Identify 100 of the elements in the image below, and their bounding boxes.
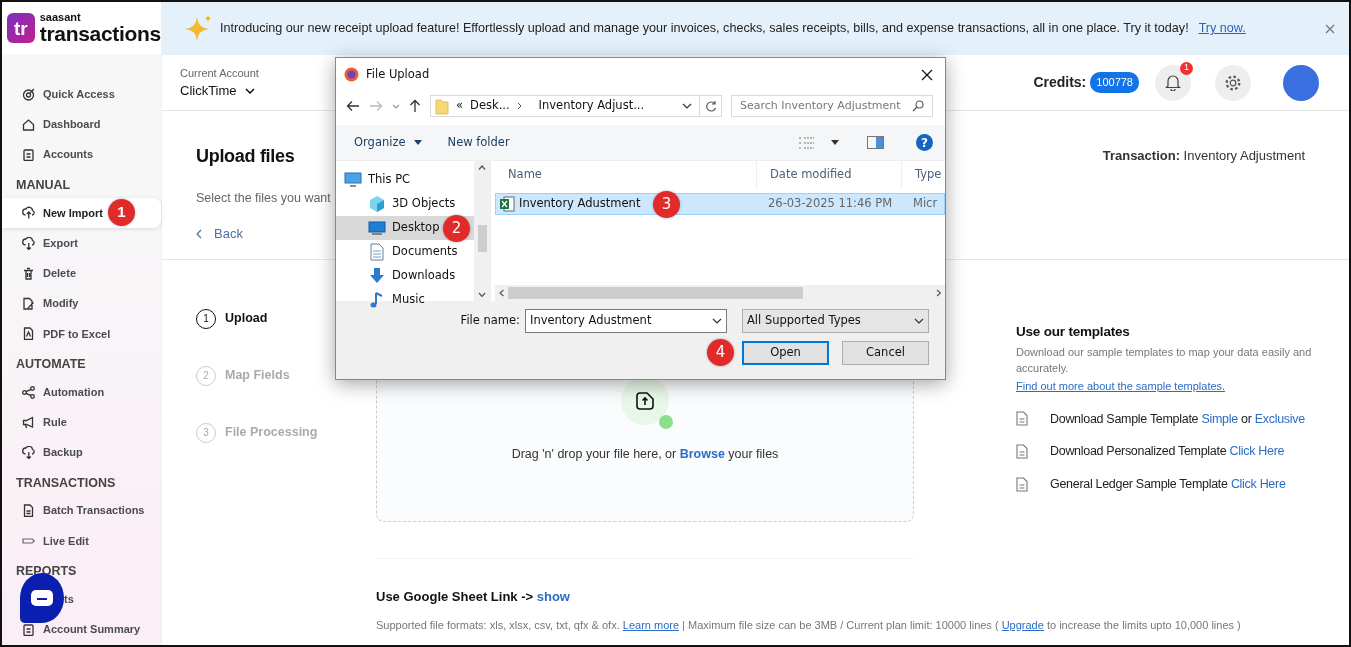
sidebar-item[interactable]: Modify — [2, 288, 161, 319]
folder-item[interactable]: Desktop 2 — [336, 216, 474, 240]
dialog-button[interactable]: Open — [742, 341, 829, 365]
folder-item[interactable]: This PC — [336, 168, 474, 192]
file-type-dropdown[interactable]: All Supported Types — [742, 309, 929, 333]
sidebar-item[interactable]: Rule — [2, 407, 161, 438]
sidebar-item[interactable]: PDF to Excel — [2, 318, 161, 350]
folder-icon — [435, 97, 449, 115]
sidebar-item[interactable]: Quick Access — [2, 79, 161, 110]
column-header[interactable]: Name — [495, 161, 757, 189]
caret-icon[interactable] — [831, 140, 839, 145]
download-arrow-icon — [368, 267, 386, 285]
templates-help-link[interactable]: Find out more about the sample templates. — [1016, 380, 1226, 393]
chat-icon — [30, 589, 54, 607]
sidebar-item[interactable]: Live Edit — [2, 525, 161, 557]
account-selector[interactable]: ClickTime — [180, 81, 259, 101]
sidebar-item[interactable]: Dashboard — [2, 109, 161, 140]
sidebar-item[interactable]: Export — [2, 227, 161, 259]
template-link[interactable]: Click Here — [1229, 444, 1285, 459]
notification-count: 1 — [1180, 61, 1193, 75]
back-link[interactable]: Back — [196, 223, 331, 244]
search-field[interactable]: Search Inventory Adjustment — [731, 95, 933, 117]
show-link[interactable]: show — [536, 589, 570, 604]
bell-icon — [1165, 74, 1181, 91]
folder-item[interactable]: Documents — [336, 240, 474, 264]
preview-pane-icon[interactable] — [867, 136, 884, 149]
drop-instructions: Drag 'n' drop your file here, or Browse your files — [511, 446, 779, 464]
column-header[interactable]: Type — [902, 161, 942, 189]
scrollbar-thumb[interactable] — [477, 225, 487, 252]
share-nodes-icon — [22, 385, 35, 399]
scroll-left-icon[interactable] — [499, 289, 504, 297]
template-link[interactable]: Simple — [1201, 411, 1238, 426]
file-name-field[interactable]: Inventory Adustment — [525, 309, 727, 333]
product-name: transactions — [39, 23, 161, 44]
address-bar[interactable]: « Desk... Inventory Adjust... — [430, 95, 722, 117]
file-date: 26-03-2025 11:46 PM — [768, 195, 894, 213]
file-row[interactable]: Inventory Adustment 3 26-03-2025 11:46 PM Micr — [495, 193, 945, 215]
chat-button[interactable] — [20, 573, 64, 623]
clipboard-icon — [22, 622, 35, 636]
step-number-marker: 2 — [443, 215, 470, 242]
organize-menu[interactable]: Organize — [354, 133, 422, 152]
column-header[interactable]: Date modified — [757, 161, 902, 189]
file-pen-icon — [22, 297, 35, 311]
sidebar-item[interactable]: Batch Transactions — [2, 495, 161, 526]
sidebar-item[interactable]: ts — [2, 583, 161, 615]
section-heading: AUTOMATE — [15, 356, 87, 374]
up-arrow-icon[interactable] — [409, 99, 421, 113]
scroll-up-icon[interactable] — [478, 165, 486, 170]
sidebar-item[interactable]: Account Summary — [2, 614, 161, 645]
new-folder-button[interactable]: New folder — [447, 133, 510, 152]
template-link[interactable]: Click Here — [1230, 477, 1286, 492]
document-icon — [368, 243, 386, 261]
settings-button[interactable] — [1215, 64, 1251, 101]
sidebar-item[interactable]: Automation — [2, 376, 161, 408]
section-heading: REPORTS — [15, 563, 78, 581]
logo-mark: tr — [7, 13, 35, 43]
sidebar-item[interactable]: Accounts — [2, 139, 161, 170]
template-text: General Ledger Sample Template Click Here — [1050, 476, 1286, 494]
close-icon[interactable] — [921, 68, 933, 81]
refresh-icon[interactable] — [704, 99, 717, 113]
sidebar-item[interactable]: New Import 1 — [2, 197, 161, 228]
breadcrumb[interactable]: Inventory Adjust... — [538, 97, 645, 115]
sidebar-item[interactable]: Backup — [2, 437, 161, 468]
chevron-down-icon — [914, 318, 924, 324]
download-cloud-icon — [22, 236, 35, 250]
inline-link[interactable]: Learn more — [622, 618, 680, 631]
browse-link[interactable]: Browse — [679, 447, 725, 462]
document-icon — [1016, 444, 1028, 460]
templates-description: Download our sample templates to map your data easily and accurately. — [1016, 345, 1313, 376]
notifications-button[interactable]: 1 — [1155, 64, 1191, 101]
try-now-link[interactable]: Try now. — [1198, 19, 1246, 38]
caret-icon — [413, 140, 422, 145]
scroll-right-icon[interactable] — [936, 289, 941, 297]
upload-file-icon — [634, 390, 656, 413]
scroll-down-icon[interactable] — [478, 292, 486, 297]
banner-text: Introducing our new receipt upload feature! Effortlessly upload and manage your invoices, checks, sales receipts, bills, and expense transactions, all in one place. Try it today! — [220, 20, 1189, 38]
document-icon — [22, 504, 35, 518]
breadcrumb[interactable]: Desk... — [470, 97, 510, 115]
page-title: Upload files — [196, 145, 296, 168]
dialog-button[interactable]: Cancel — [842, 341, 929, 365]
document-icon — [1016, 411, 1028, 427]
avatar[interactable] — [1283, 64, 1319, 101]
file-name-label: File name: — [460, 312, 520, 330]
back-arrow-icon[interactable] — [346, 100, 360, 112]
file-limits-note: Supported file formats: xls, xlsx, csv, txt, qfx & ofx. Learn more | Maximum file size can be 3MB / Current plan limit: 10000 lines ( Upgrade to increase the limits upto 10,000 lines ) — [376, 617, 1241, 633]
sidebar-item[interactable]: Delete — [2, 258, 161, 289]
spreadsheet-icon — [499, 196, 515, 212]
folder-item[interactable]: 3D Objects — [336, 192, 474, 216]
credits-label: Credits: — [1033, 73, 1087, 92]
templates-title: Use our templates — [1016, 323, 1131, 341]
overflow-marker: « — [456, 97, 464, 115]
help-button[interactable]: ? — [916, 134, 933, 151]
clipboard-icon — [22, 148, 35, 162]
megaphone-icon — [22, 415, 35, 429]
scrollbar-thumb[interactable] — [508, 287, 803, 299]
template-link[interactable]: Exclusive — [1254, 411, 1305, 426]
inline-link[interactable]: Upgrade — [1001, 618, 1044, 631]
template-text: Download Sample Template Simple or Exclusive — [1050, 410, 1305, 428]
step-number-marker: 4 — [707, 339, 734, 366]
chevron-down-icon[interactable] — [682, 103, 692, 109]
